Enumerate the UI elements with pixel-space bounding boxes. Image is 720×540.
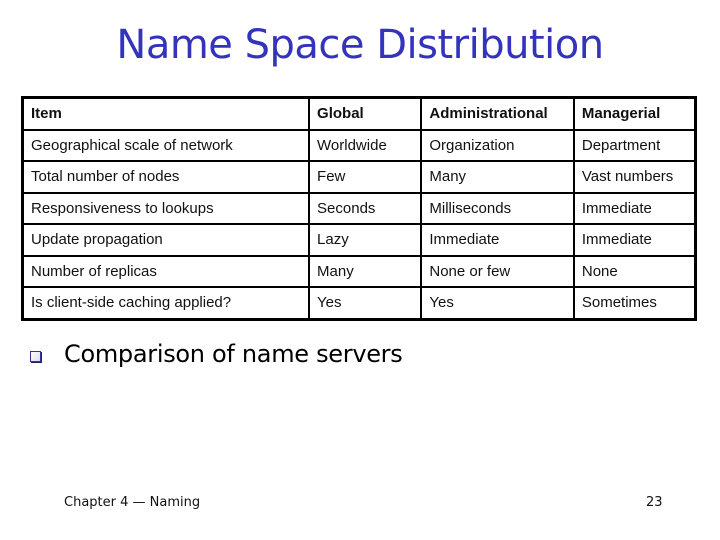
table-cell: Seconds <box>308 191 423 225</box>
table-cell: Department <box>572 128 697 162</box>
table-cell: Few <box>308 160 423 194</box>
table-row: Is client-side caching applied? Yes Yes … <box>21 286 697 320</box>
table-cell: Is client-side caching applied? <box>21 286 311 320</box>
header-cell-administrational: Administrational <box>420 96 575 131</box>
table-row: Total number of nodes Few Many Vast numb… <box>21 160 697 194</box>
table-cell: Immediate <box>420 223 575 257</box>
table-cell: Organization <box>420 128 575 162</box>
table-row: Number of replicas Many None or few None <box>21 254 697 288</box>
table-cell: Total number of nodes <box>21 160 311 194</box>
footer-chapter: Chapter 4 — Naming <box>64 495 201 510</box>
table-cell: Sometimes <box>572 286 697 320</box>
bullet-item: Comparison of name servers <box>30 340 403 368</box>
table-cell: Update propagation <box>21 223 311 257</box>
table-cell: Milliseconds <box>420 191 575 225</box>
slide-title: Name Space Distribution <box>116 22 604 68</box>
table-cell: Responsiveness to lookups <box>21 191 311 225</box>
page-number: 23 <box>646 495 663 510</box>
header-cell-item: Item <box>21 96 311 131</box>
table-row: Geographical scale of network Worldwide … <box>21 128 697 162</box>
table-cell: Yes <box>420 286 575 320</box>
table-cell: Lazy <box>308 223 423 257</box>
table-cell: Many <box>308 254 423 288</box>
table-cell: Number of replicas <box>21 254 311 288</box>
table-cell: Immediate <box>572 191 697 225</box>
table-cell: Many <box>420 160 575 194</box>
table-cell: Immediate <box>572 223 697 257</box>
table-cell: None <box>572 254 697 288</box>
bullet-text: Comparison of name servers <box>64 340 403 368</box>
table-header-row: Item Global Administrational Managerial <box>21 96 697 131</box>
table-cell: Geographical scale of network <box>21 128 311 162</box>
square-bullet-icon <box>30 350 41 362</box>
table-cell: None or few <box>420 254 575 288</box>
comparison-table: Item Global Administrational Managerial … <box>21 96 697 321</box>
header-cell-managerial: Managerial <box>572 96 697 131</box>
table-row: Responsiveness to lookups Seconds Millis… <box>21 191 697 225</box>
table-cell: Yes <box>308 286 423 320</box>
table-cell: Vast numbers <box>572 160 697 194</box>
table-cell: Worldwide <box>308 128 423 162</box>
header-cell-global: Global <box>308 96 423 131</box>
table-row: Update propagation Lazy Immediate Immedi… <box>21 223 697 257</box>
